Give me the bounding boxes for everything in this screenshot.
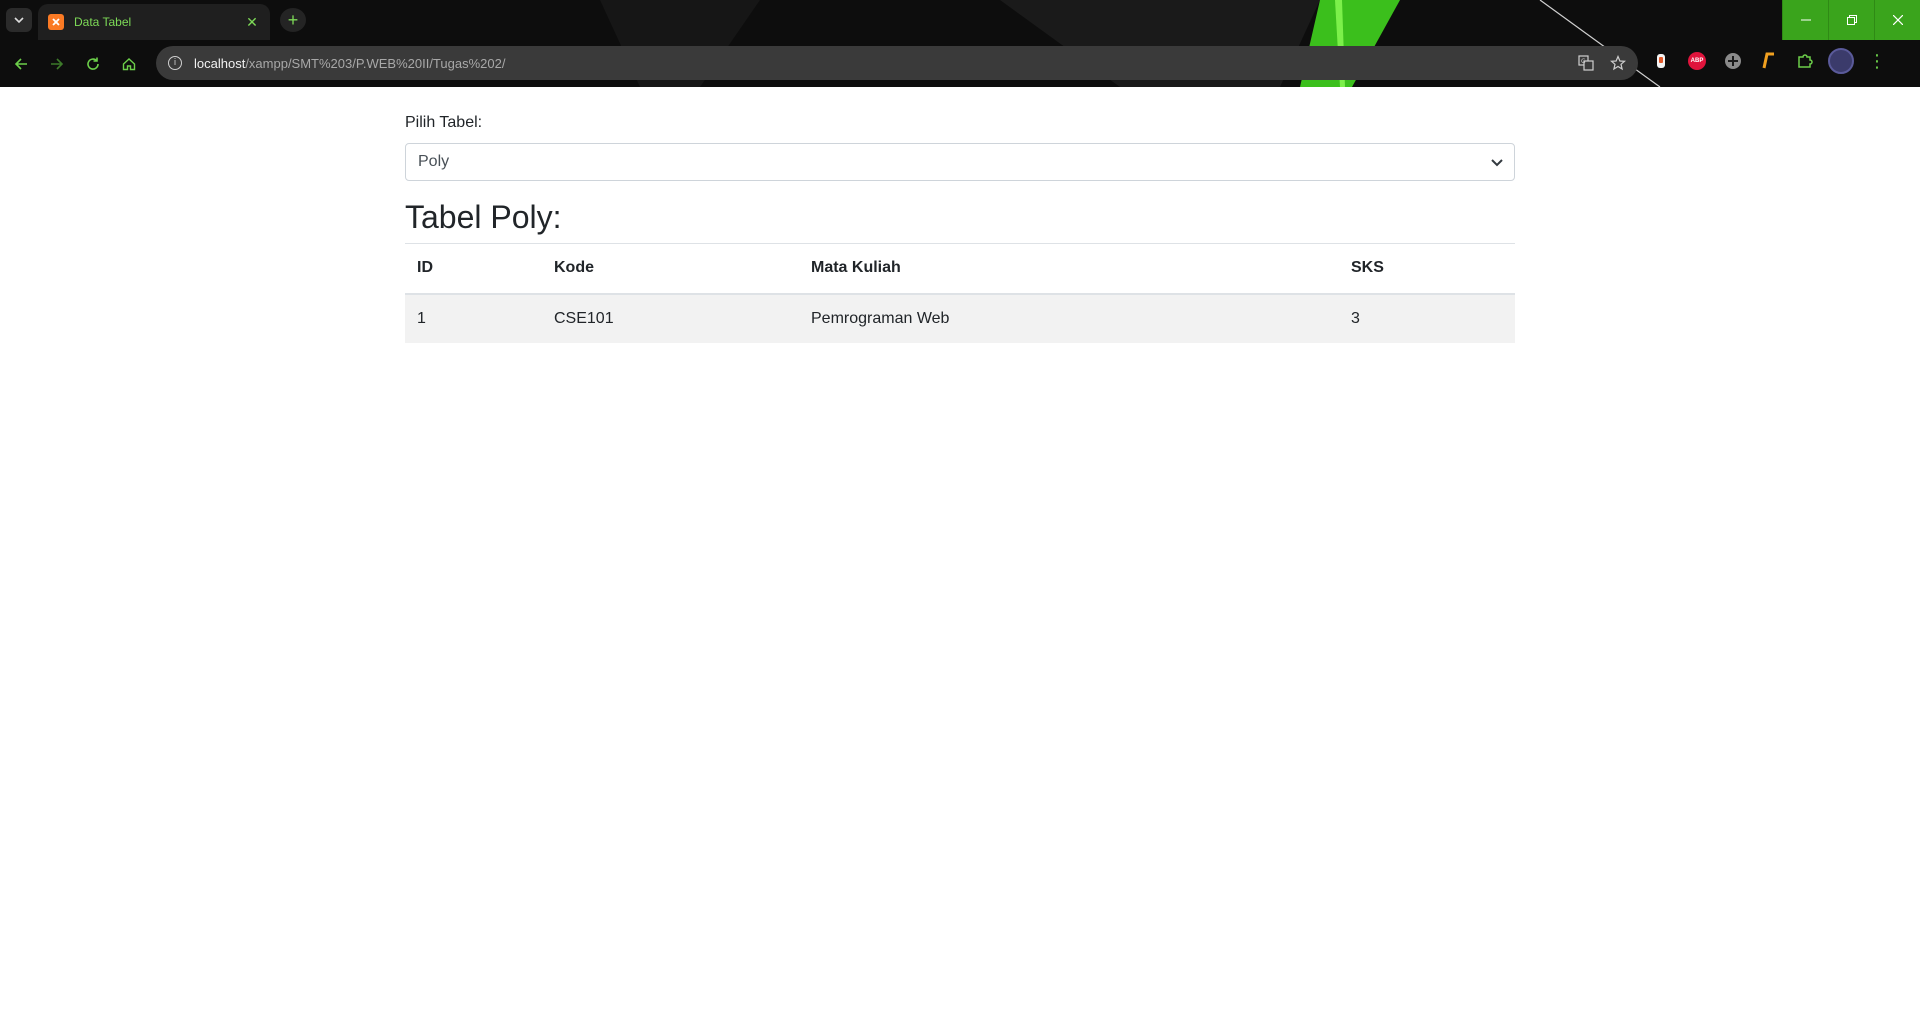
site-info-icon[interactable]: i xyxy=(168,56,182,70)
star-icon[interactable] xyxy=(1608,53,1628,73)
header-kode: Kode xyxy=(542,243,799,295)
table-heading: Tabel Poly: xyxy=(405,199,562,235)
extensions-area: ABP ⋮ xyxy=(1648,48,1890,74)
table-header-row: ID Kode Mata Kuliah SKS xyxy=(405,243,1515,295)
header-id: ID xyxy=(405,243,542,295)
close-window-button[interactable] xyxy=(1874,0,1920,40)
extension-r-icon[interactable] xyxy=(1756,48,1782,74)
reload-icon xyxy=(87,57,99,70)
profile-avatar[interactable] xyxy=(1828,48,1854,74)
browser-toolbar: i localhost/xampp/SMT%203/P.WEB%20II/Tug… xyxy=(0,44,1920,84)
tab-strip: Data Tabel ✕ + xyxy=(0,0,1920,40)
data-table: ID Kode Mata Kuliah SKS 1 CSE101 Pemrogr… xyxy=(405,243,1515,343)
chevron-down-icon xyxy=(14,17,24,24)
restore-icon xyxy=(1846,15,1857,25)
select-table-label: Pilih Tabel: xyxy=(405,114,483,131)
translate-icon[interactable]: G xyxy=(1576,53,1596,73)
tab-title: Data Tabel xyxy=(74,15,132,29)
svg-text:G: G xyxy=(1581,58,1586,65)
close-tab-icon[interactable]: ✕ xyxy=(244,14,260,31)
browser-chrome: Data Tabel ✕ + i localhost /xampp/SMT%20… xyxy=(0,0,1920,87)
close-icon xyxy=(1892,15,1903,25)
address-bar-actions: G xyxy=(1576,53,1628,73)
puzzle-icon[interactable] xyxy=(1792,48,1818,74)
minimize-button[interactable] xyxy=(1782,0,1828,40)
header-mata-kuliah: Mata Kuliah xyxy=(799,243,1339,295)
back-button[interactable] xyxy=(6,49,36,79)
table-select[interactable]: Poly xyxy=(405,143,1515,181)
url-host: localhost xyxy=(194,55,246,71)
extension-eraser-icon[interactable] xyxy=(1648,48,1674,74)
table-select-value: Poly xyxy=(418,153,450,170)
window-controls xyxy=(1782,0,1920,40)
tab-active[interactable]: Data Tabel ✕ xyxy=(38,4,270,40)
new-tab-button[interactable]: + xyxy=(280,8,306,32)
cell-mata-kuliah: Pemrograman Web xyxy=(799,293,1339,343)
three-dots-icon[interactable]: ⋮ xyxy=(1864,48,1890,74)
cell-sks: 3 xyxy=(1339,293,1515,343)
header-sks: SKS xyxy=(1339,243,1515,295)
reload-button[interactable] xyxy=(78,49,108,79)
arrow-left-icon xyxy=(14,58,27,70)
web-page: Pilih Tabel: Poly Tabel Poly: ID Kode Ma… xyxy=(0,87,1920,1032)
restore-button[interactable] xyxy=(1828,0,1874,40)
adblock-plus-icon[interactable]: ABP xyxy=(1684,48,1710,74)
table-row: 1 CSE101 Pemrograman Web 3 xyxy=(405,293,1515,343)
chevron-down-icon xyxy=(1491,159,1503,167)
arrow-right-icon xyxy=(51,58,64,70)
home-icon xyxy=(122,58,136,71)
forward-button[interactable] xyxy=(42,49,72,79)
extension-plus-icon[interactable] xyxy=(1720,48,1746,74)
address-bar[interactable]: i localhost/xampp/SMT%203/P.WEB%20II/Tug… xyxy=(156,46,1638,80)
xampp-favicon-icon xyxy=(48,14,64,30)
home-button[interactable] xyxy=(114,49,144,79)
minimize-icon xyxy=(1800,19,1811,21)
cell-kode: CSE101 xyxy=(542,293,799,343)
tab-search-button[interactable] xyxy=(6,8,32,32)
url-path: /xampp/SMT%203/P.WEB%20II/Tugas%202/ xyxy=(245,55,506,71)
cell-id: 1 xyxy=(405,293,542,343)
